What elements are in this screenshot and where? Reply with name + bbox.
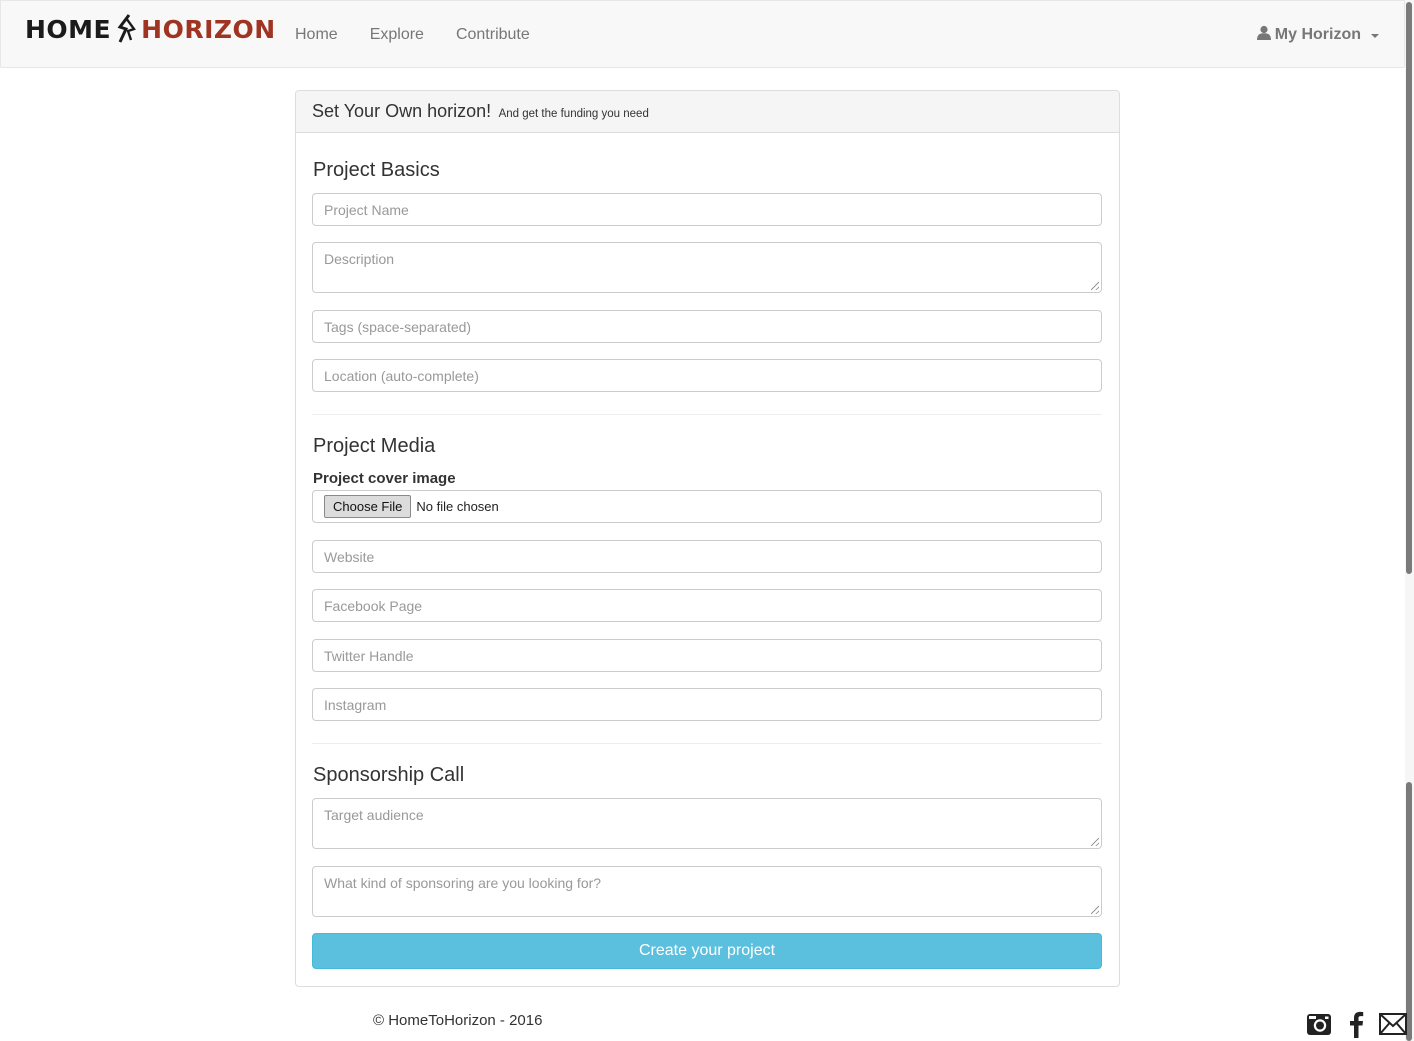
resize-handle-icon[interactable]	[1091, 282, 1099, 290]
description-placeholder: Description	[324, 251, 395, 267]
create-project-panel: Set Your Own horizon! And get the fundin…	[295, 90, 1120, 987]
instagram-icon[interactable]	[1306, 1010, 1332, 1038]
website-input[interactable]: Website	[312, 540, 1102, 573]
scrollbar-thumb-lower[interactable]	[1406, 782, 1412, 1041]
brand-mark-icon	[117, 14, 137, 44]
nav-contribute[interactable]: Contribute	[440, 26, 546, 44]
facebook-input[interactable]: Facebook Page	[312, 589, 1102, 622]
twitter-input[interactable]: Twitter Handle	[312, 639, 1102, 672]
nav-home[interactable]: Home	[279, 26, 354, 44]
section-title-basics: Project Basics	[313, 159, 440, 181]
sponsoring-kind-textarea[interactable]: What kind of sponsoring are you looking …	[312, 866, 1102, 917]
sponsoring-kind-placeholder: What kind of sponsoring are you looking …	[324, 875, 602, 891]
account-dropdown[interactable]: My Horizon	[1256, 1, 1379, 69]
user-icon	[1256, 25, 1271, 45]
create-project-button[interactable]: Create your project	[312, 933, 1102, 969]
section-divider	[312, 743, 1102, 744]
scrollbar-thumb[interactable]	[1406, 2, 1412, 574]
brand-horizon: HORIZON	[141, 14, 276, 44]
facebook-icon[interactable]	[1348, 1010, 1364, 1038]
project-name-input[interactable]: Project Name	[312, 193, 1102, 226]
panel-title: Set Your Own horizon!	[312, 101, 492, 121]
chevron-down-icon	[1371, 34, 1379, 38]
brand-logo[interactable]: HOME HORIZON	[25, 13, 276, 45]
description-textarea[interactable]: Description	[312, 242, 1102, 293]
panel-subtitle: And get the funding you need	[498, 108, 649, 120]
nav-explore[interactable]: Explore	[354, 26, 440, 44]
panel-heading: Set Your Own horizon! And get the fundin…	[296, 91, 1119, 133]
target-audience-placeholder: Target audience	[324, 807, 424, 823]
section-divider	[312, 414, 1102, 415]
page-scrollbar[interactable]	[1405, 0, 1414, 1041]
instagram-input[interactable]: Instagram	[312, 688, 1102, 721]
choose-file-button[interactable]: Choose File	[324, 495, 412, 518]
mail-icon[interactable]	[1379, 1010, 1407, 1038]
section-title-media: Project Media	[313, 435, 436, 457]
cover-image-file-input: Choose File No file chosen	[312, 490, 1102, 523]
cover-image-label: Project cover image	[313, 470, 456, 487]
target-audience-textarea[interactable]: Target audience	[312, 798, 1102, 849]
resize-handle-icon[interactable]	[1091, 838, 1099, 846]
navbar: HOME HORIZON Home Explore Contribute My …	[0, 0, 1405, 68]
tags-input[interactable]: Tags (space-separated)	[312, 310, 1102, 343]
location-input[interactable]: Location (auto-complete)	[312, 359, 1102, 392]
copyright-text: © HomeToHorizon - 2016	[373, 1012, 543, 1029]
resize-handle-icon[interactable]	[1091, 906, 1099, 914]
nav-links: Home Explore Contribute	[279, 1, 546, 69]
brand-home: HOME	[25, 14, 112, 44]
account-label: My Horizon	[1274, 26, 1361, 43]
file-status: No file chosen	[416, 499, 499, 514]
section-title-sponsorship: Sponsorship Call	[313, 764, 465, 786]
